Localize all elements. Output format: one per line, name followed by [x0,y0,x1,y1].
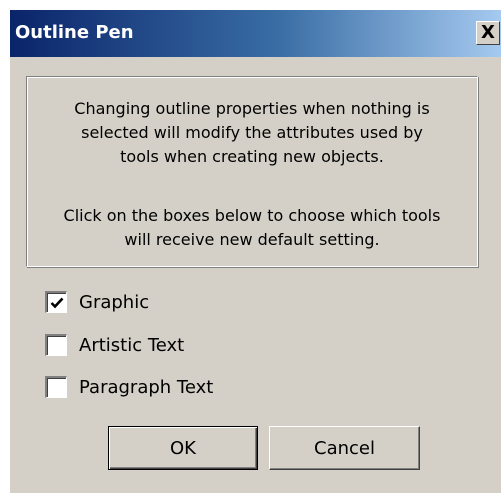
artistic-text-label: Artistic Text [79,334,185,356]
info-line: Changing outline properties when nothing… [74,99,430,118]
paragraph-text-checkbox[interactable] [45,376,67,398]
option-paragraph-text[interactable]: Paragraph Text [45,374,213,400]
info-line: will receive new default setting. [124,230,380,249]
info-line: tools when creating new objects. [120,147,384,166]
graphic-checkbox[interactable] [45,291,67,313]
dialog-title: Outline Pen [15,22,134,43]
graphic-label: Graphic [79,291,150,313]
checkmark-icon [50,297,63,308]
info-line: Click on the boxes below to choose which… [63,206,441,225]
paragraph-text-label: Paragraph Text [79,376,214,398]
option-graphic[interactable]: Graphic [45,289,149,315]
outline-pen-dialog: Outline Pen X Changing outline propertie… [9,9,501,493]
close-icon: X [481,22,495,43]
title-bar[interactable]: Outline Pen X [10,10,501,57]
info-panel: Changing outline properties when nothing… [26,76,478,267]
cancel-button[interactable]: Cancel [269,426,420,470]
info-line: selected will modify the attributes used… [81,123,423,142]
option-artistic-text[interactable]: Artistic Text [45,332,184,358]
artistic-text-checkbox[interactable] [45,334,67,356]
close-button[interactable]: X [476,21,500,45]
ok-button[interactable]: OK [108,426,258,470]
